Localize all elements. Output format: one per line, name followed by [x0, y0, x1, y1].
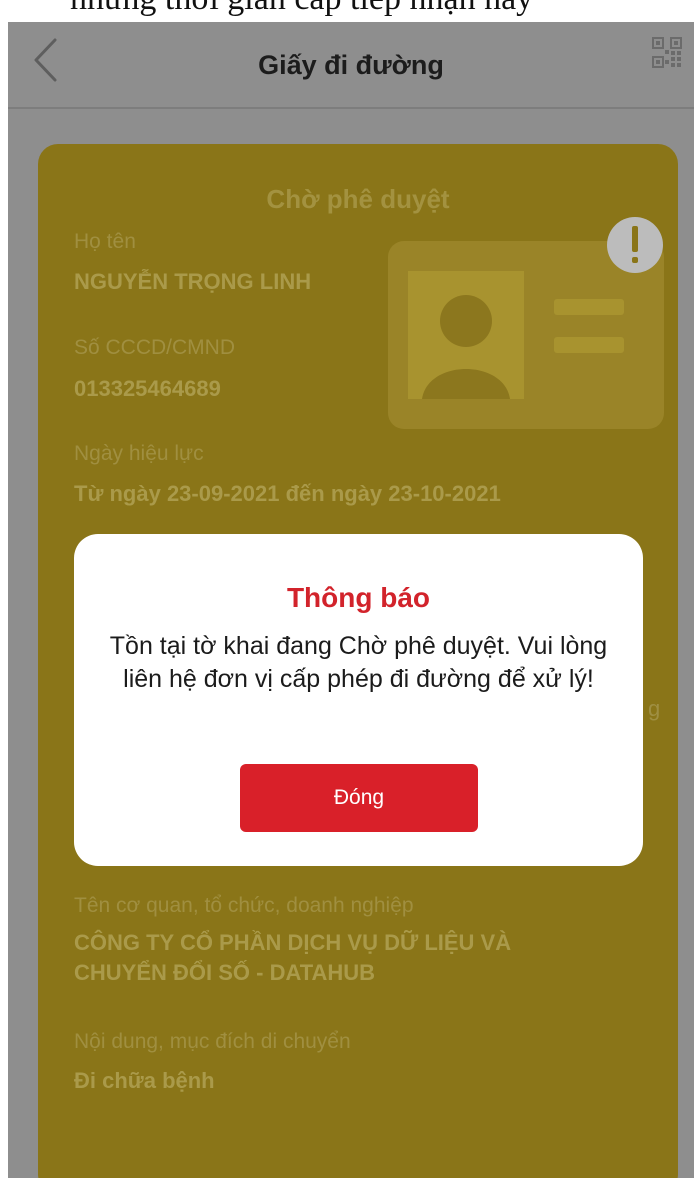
purpose-label: Nội dung, mục đích di chuyển	[74, 1030, 351, 1053]
cropped-text: những thời gian cấp tiếp nhận này	[70, 0, 533, 18]
close-button[interactable]: Đóng	[240, 764, 478, 832]
app-screen: những thời gian cấp tiếp nhận này Giấy đ…	[0, 0, 694, 1178]
id-number-label: Số CCCD/CMND	[74, 336, 236, 359]
warning-badge	[606, 216, 664, 274]
organization-label: Tên cơ quan, tổ chức, doanh nghiệp	[74, 894, 414, 917]
dialog-message: Tồn tại tờ khai đang Chờ phê duyệt. Vui …	[109, 632, 608, 693]
id-number-value: 013325464689	[74, 376, 221, 401]
name-value: NGUYỄN TRỌNG LINH	[74, 269, 312, 294]
purpose-value: Đi chữa bệnh	[74, 1068, 215, 1093]
name-label: Họ tên	[74, 230, 136, 253]
notification-dialog: Thông báo Tồn tại tờ khai đang Chờ phê d…	[74, 534, 643, 866]
dialog-title: Thông báo	[286, 582, 431, 613]
qr-button[interactable]	[652, 36, 682, 70]
qr-code-icon	[652, 37, 682, 68]
page-title: Giấy đi đường	[258, 50, 444, 80]
validity-label: Ngày hiệu lực	[74, 442, 204, 465]
validity-value: Từ ngày 23-09-2021 đến ngày 23-10-2021	[74, 481, 501, 506]
cropped-edge-text: g	[648, 696, 661, 721]
cropped-text-line: những thời gian cấp tiếp nhận này	[0, 0, 694, 22]
exclamation-icon	[607, 217, 663, 273]
organization-value-line2: CHUYỂN ĐỔI SỐ - DATAHUB	[74, 960, 376, 985]
organization-value-line1: CÔNG TY CỔ PHẦN DỊCH VỤ DỮ LIỆU VÀ	[74, 930, 512, 955]
status-badge: Chờ phê duyệt	[266, 184, 450, 214]
navigation-bar: Giấy đi đường	[8, 22, 694, 109]
